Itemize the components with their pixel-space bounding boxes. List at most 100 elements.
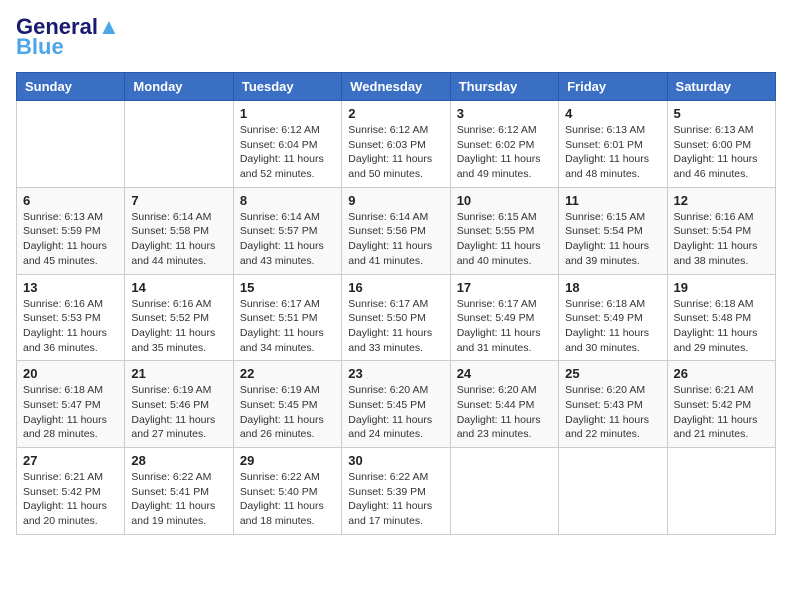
day-number: 24 [457, 366, 552, 381]
day-number: 2 [348, 106, 443, 121]
day-number: 13 [23, 280, 118, 295]
day-info: Sunrise: 6:22 AM Sunset: 5:39 PM Dayligh… [348, 470, 443, 529]
day-number: 21 [131, 366, 226, 381]
calendar-cell: 28 Sunrise: 6:22 AM Sunset: 5:41 PM Dayli… [125, 448, 233, 535]
calendar-cell: 2Sunrise: 6:12 AM Sunset: 6:03 PM Daylig… [342, 101, 450, 188]
calendar-cell [559, 448, 667, 535]
day-info: Sunrise: 6:18 AM Sunset: 5:48 PM Dayligh… [674, 297, 769, 356]
calendar-cell: 17 Sunrise: 6:17 AM Sunset: 5:49 PM Dayli… [450, 274, 558, 361]
calendar-cell: 14 Sunrise: 6:16 AM Sunset: 5:52 PM Dayli… [125, 274, 233, 361]
day-number: 8 [240, 193, 335, 208]
calendar-cell: 9Sunrise: 6:14 AM Sunset: 5:56 PM Daylig… [342, 187, 450, 274]
day-info: Sunrise: 6:21 AM Sunset: 5:42 PM Dayligh… [23, 470, 118, 529]
day-info: Sunrise: 6:14 AM Sunset: 5:57 PM Dayligh… [240, 210, 335, 269]
calendar-cell: 10 Sunrise: 6:15 AM Sunset: 5:55 PM Dayli… [450, 187, 558, 274]
calendar-cell: 24 Sunrise: 6:20 AM Sunset: 5:44 PM Dayli… [450, 361, 558, 448]
day-info: Sunrise: 6:21 AM Sunset: 5:42 PM Dayligh… [674, 383, 769, 442]
calendar-table: SundayMondayTuesdayWednesdayThursdayFrid… [16, 72, 776, 535]
calendar-cell: 25 Sunrise: 6:20 AM Sunset: 5:43 PM Dayli… [559, 361, 667, 448]
calendar-week-1: 1Sunrise: 6:12 AM Sunset: 6:04 PM Daylig… [17, 101, 776, 188]
calendar-header-sunday: Sunday [17, 73, 125, 101]
day-number: 6 [23, 193, 118, 208]
day-info: Sunrise: 6:17 AM Sunset: 5:51 PM Dayligh… [240, 297, 335, 356]
day-number: 12 [674, 193, 769, 208]
calendar-cell: 27 Sunrise: 6:21 AM Sunset: 5:42 PM Dayli… [17, 448, 125, 535]
day-number: 23 [348, 366, 443, 381]
day-info: Sunrise: 6:15 AM Sunset: 5:55 PM Dayligh… [457, 210, 552, 269]
calendar-cell: 6Sunrise: 6:13 AM Sunset: 5:59 PM Daylig… [17, 187, 125, 274]
day-info: Sunrise: 6:22 AM Sunset: 5:41 PM Dayligh… [131, 470, 226, 529]
day-info: Sunrise: 6:16 AM Sunset: 5:53 PM Dayligh… [23, 297, 118, 356]
calendar-cell: 4Sunrise: 6:13 AM Sunset: 6:01 PM Daylig… [559, 101, 667, 188]
day-number: 14 [131, 280, 226, 295]
day-info: Sunrise: 6:18 AM Sunset: 5:49 PM Dayligh… [565, 297, 660, 356]
calendar-cell: 26 Sunrise: 6:21 AM Sunset: 5:42 PM Dayli… [667, 361, 775, 448]
calendar-header-monday: Monday [125, 73, 233, 101]
calendar-cell: 22Sunrise: 6:19 AM Sunset: 5:45 PM Dayli… [233, 361, 341, 448]
logo-blue: Blue [16, 34, 64, 60]
day-number: 4 [565, 106, 660, 121]
calendar-cell: 29Sunrise: 6:22 AM Sunset: 5:40 PM Dayli… [233, 448, 341, 535]
calendar-cell [667, 448, 775, 535]
calendar-cell: 8 Sunrise: 6:14 AM Sunset: 5:57 PM Daylig… [233, 187, 341, 274]
day-number: 28 [131, 453, 226, 468]
day-number: 10 [457, 193, 552, 208]
calendar-cell: 21 Sunrise: 6:19 AM Sunset: 5:46 PM Dayli… [125, 361, 233, 448]
day-info: Sunrise: 6:17 AM Sunset: 5:50 PM Dayligh… [348, 297, 443, 356]
day-number: 25 [565, 366, 660, 381]
calendar-cell: 1Sunrise: 6:12 AM Sunset: 6:04 PM Daylig… [233, 101, 341, 188]
day-info: Sunrise: 6:14 AM Sunset: 5:58 PM Dayligh… [131, 210, 226, 269]
day-info: Sunrise: 6:15 AM Sunset: 5:54 PM Dayligh… [565, 210, 660, 269]
day-number: 17 [457, 280, 552, 295]
day-info: Sunrise: 6:16 AM Sunset: 5:54 PM Dayligh… [674, 210, 769, 269]
day-number: 19 [674, 280, 769, 295]
day-number: 26 [674, 366, 769, 381]
day-number: 30 [348, 453, 443, 468]
day-info: Sunrise: 6:14 AM Sunset: 5:56 PM Dayligh… [348, 210, 443, 269]
day-number: 22 [240, 366, 335, 381]
calendar-cell: 30 Sunrise: 6:22 AM Sunset: 5:39 PM Dayli… [342, 448, 450, 535]
day-number: 20 [23, 366, 118, 381]
calendar-week-5: 27 Sunrise: 6:21 AM Sunset: 5:42 PM Dayli… [17, 448, 776, 535]
calendar-cell: 20 Sunrise: 6:18 AM Sunset: 5:47 PM Dayli… [17, 361, 125, 448]
calendar-cell: 11 Sunrise: 6:15 AM Sunset: 5:54 PM Dayli… [559, 187, 667, 274]
day-number: 15 [240, 280, 335, 295]
day-info: Sunrise: 6:18 AM Sunset: 5:47 PM Dayligh… [23, 383, 118, 442]
day-info: Sunrise: 6:12 AM Sunset: 6:04 PM Dayligh… [240, 123, 335, 182]
day-info: Sunrise: 6:13 AM Sunset: 6:00 PM Dayligh… [674, 123, 769, 182]
day-number: 27 [23, 453, 118, 468]
calendar-cell: 12 Sunrise: 6:16 AM Sunset: 5:54 PM Dayli… [667, 187, 775, 274]
calendar-cell: 3 Sunrise: 6:12 AM Sunset: 6:02 PM Daylig… [450, 101, 558, 188]
calendar-header-tuesday: Tuesday [233, 73, 341, 101]
calendar-week-2: 6Sunrise: 6:13 AM Sunset: 5:59 PM Daylig… [17, 187, 776, 274]
day-info: Sunrise: 6:17 AM Sunset: 5:49 PM Dayligh… [457, 297, 552, 356]
calendar-cell: 7Sunrise: 6:14 AM Sunset: 5:58 PM Daylig… [125, 187, 233, 274]
calendar-week-3: 13 Sunrise: 6:16 AM Sunset: 5:53 PM Dayli… [17, 274, 776, 361]
calendar-cell: 5 Sunrise: 6:13 AM Sunset: 6:00 PM Daylig… [667, 101, 775, 188]
calendar-cell [125, 101, 233, 188]
day-number: 11 [565, 193, 660, 208]
day-info: Sunrise: 6:20 AM Sunset: 5:45 PM Dayligh… [348, 383, 443, 442]
calendar-cell: 15 Sunrise: 6:17 AM Sunset: 5:51 PM Dayli… [233, 274, 341, 361]
day-info: Sunrise: 6:20 AM Sunset: 5:44 PM Dayligh… [457, 383, 552, 442]
header: General▲ Blue [16, 16, 776, 60]
calendar-header-wednesday: Wednesday [342, 73, 450, 101]
calendar-cell: 18Sunrise: 6:18 AM Sunset: 5:49 PM Dayli… [559, 274, 667, 361]
calendar-cell: 13 Sunrise: 6:16 AM Sunset: 5:53 PM Dayli… [17, 274, 125, 361]
day-number: 3 [457, 106, 552, 121]
day-number: 16 [348, 280, 443, 295]
day-info: Sunrise: 6:19 AM Sunset: 5:46 PM Dayligh… [131, 383, 226, 442]
day-info: Sunrise: 6:12 AM Sunset: 6:02 PM Dayligh… [457, 123, 552, 182]
logo: General▲ Blue [16, 16, 120, 60]
day-info: Sunrise: 6:16 AM Sunset: 5:52 PM Dayligh… [131, 297, 226, 356]
calendar-cell [450, 448, 558, 535]
calendar-header-saturday: Saturday [667, 73, 775, 101]
calendar-header-row: SundayMondayTuesdayWednesdayThursdayFrid… [17, 73, 776, 101]
calendar-cell: 23 Sunrise: 6:20 AM Sunset: 5:45 PM Dayli… [342, 361, 450, 448]
day-info: Sunrise: 6:20 AM Sunset: 5:43 PM Dayligh… [565, 383, 660, 442]
calendar-header-friday: Friday [559, 73, 667, 101]
day-number: 29 [240, 453, 335, 468]
day-number: 5 [674, 106, 769, 121]
calendar-week-4: 20 Sunrise: 6:18 AM Sunset: 5:47 PM Dayli… [17, 361, 776, 448]
calendar-cell: 16 Sunrise: 6:17 AM Sunset: 5:50 PM Dayli… [342, 274, 450, 361]
